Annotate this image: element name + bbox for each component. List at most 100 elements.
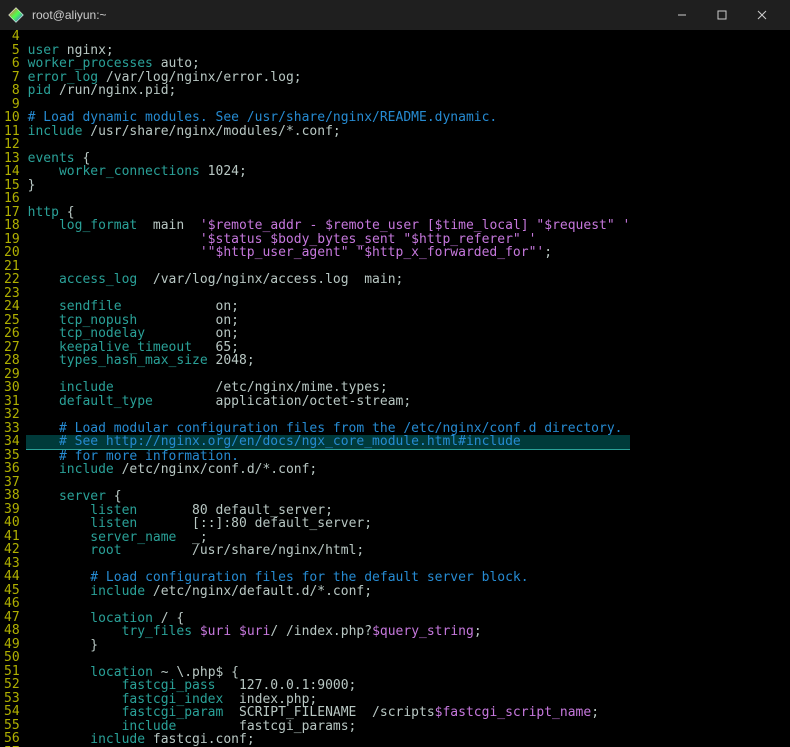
line-number: 41	[4, 530, 20, 544]
code-line[interactable]	[26, 652, 631, 666]
code-line[interactable]: access_log /var/log/nginx/access.log mai…	[26, 273, 631, 287]
line-number: 10	[4, 111, 20, 125]
line-number: 18	[4, 219, 20, 233]
line-number: 46	[4, 597, 20, 611]
line-number: 27	[4, 341, 20, 355]
code-line[interactable]: include /etc/nginx/mime.types;	[26, 381, 631, 395]
line-number: 9	[4, 98, 20, 112]
code-line[interactable]: fastcgi_pass 127.0.0.1:9000;	[26, 679, 631, 693]
close-button[interactable]	[742, 0, 782, 30]
line-number: 49	[4, 638, 20, 652]
line-number: 33	[4, 422, 20, 436]
code-line[interactable]: '"$http_user_agent" "$http_x_forwarded_f…	[26, 246, 631, 260]
line-number: 28	[4, 354, 20, 368]
code-line[interactable]: worker_connections 1024;	[26, 165, 631, 179]
code-line[interactable]: tcp_nodelay on;	[26, 327, 631, 341]
line-number: 26	[4, 327, 20, 341]
code-line[interactable]	[26, 260, 631, 274]
line-number: 8	[4, 84, 20, 98]
code-line[interactable]: }	[26, 639, 631, 653]
code-line[interactable]: # Load configuration files for the defau…	[26, 571, 631, 585]
line-number: 5	[4, 44, 20, 58]
code-line[interactable]: location / {	[26, 612, 631, 626]
code-line[interactable]	[26, 368, 631, 382]
code-line[interactable]: log_format main '$remote_addr - $remote_…	[26, 219, 631, 233]
line-number: 48	[4, 624, 20, 638]
code-line[interactable]: pid /run/nginx.pid;	[26, 84, 631, 98]
code-line[interactable]: http {	[26, 206, 631, 220]
code-line[interactable]: user nginx;	[26, 44, 631, 58]
code-line[interactable]: error_log /var/log/nginx/error.log;	[26, 71, 631, 85]
code-line[interactable]: listen 80 default_server;	[26, 504, 631, 518]
line-number: 17	[4, 206, 20, 220]
code-line[interactable]: worker_processes auto;	[26, 57, 631, 71]
code-line[interactable]: include fastcgi.conf;	[26, 733, 631, 747]
code-line[interactable]: server_name _;	[26, 531, 631, 545]
line-number: 19	[4, 233, 20, 247]
line-number: 43	[4, 557, 20, 571]
line-number: 21	[4, 260, 20, 274]
code-line[interactable]: sendfile on;	[26, 300, 631, 314]
line-number: 20	[4, 246, 20, 260]
line-number: 15	[4, 179, 20, 193]
code-line[interactable]: try_files $uri $uri/ /index.php?$query_s…	[26, 625, 631, 639]
code-line[interactable]: fastcgi_index index.php;	[26, 693, 631, 707]
code-line[interactable]: types_hash_max_size 2048;	[26, 354, 631, 368]
line-number: 44	[4, 570, 20, 584]
line-number: 32	[4, 408, 20, 422]
window-title: root@aliyun:~	[32, 8, 662, 22]
line-number: 24	[4, 300, 20, 314]
code-line[interactable]: }	[26, 179, 631, 193]
code-line[interactable]: # Load dynamic modules. See /usr/share/n…	[26, 111, 631, 125]
code-line[interactable]	[26, 287, 631, 301]
line-number: 6	[4, 57, 20, 71]
line-number: 16	[4, 192, 20, 206]
code-line[interactable]: fastcgi_param SCRIPT_FILENAME /scripts$f…	[26, 706, 631, 720]
code-line[interactable]: tcp_nopush on;	[26, 314, 631, 328]
code-line[interactable]: server {	[26, 490, 631, 504]
code-line[interactable]: events {	[26, 152, 631, 166]
code-line[interactable]	[26, 98, 631, 112]
line-number: 4	[4, 30, 20, 44]
code-line[interactable]: # Load modular configuration files from …	[26, 422, 631, 436]
line-number: 34	[4, 435, 20, 449]
code-line[interactable]: # See http://nginx.org/en/docs/ngx_core_…	[26, 435, 631, 450]
code-line[interactable]: keepalive_timeout 65;	[26, 341, 631, 355]
code-line[interactable]: location ~ \.php$ {	[26, 666, 631, 680]
code-line[interactable]	[26, 408, 631, 422]
line-number: 52	[4, 678, 20, 692]
code-line[interactable]: include /usr/share/nginx/modules/*.conf;	[26, 125, 631, 139]
editor-area[interactable]: 4 5 6 7 8 910111213141516171819202122232…	[0, 30, 790, 747]
code-line[interactable]	[26, 192, 631, 206]
line-number: 39	[4, 503, 20, 517]
code-line[interactable]	[26, 477, 631, 491]
line-number: 55	[4, 719, 20, 733]
code-line[interactable]: listen [::]:80 default_server;	[26, 517, 631, 531]
code-line[interactable]: include fastcgi_params;	[26, 720, 631, 734]
line-number: 30	[4, 381, 20, 395]
titlebar[interactable]: root@aliyun:~	[0, 0, 790, 30]
code-line[interactable]: root /usr/share/nginx/html;	[26, 544, 631, 558]
maximize-button[interactable]	[702, 0, 742, 30]
code-content[interactable]: user nginx;worker_processes auto;error_l…	[26, 30, 639, 747]
line-number: 31	[4, 395, 20, 409]
line-number: 36	[4, 462, 20, 476]
line-number: 22	[4, 273, 20, 287]
code-line[interactable]: '$status $body_bytes_sent "$http_referer…	[26, 233, 631, 247]
code-line[interactable]	[26, 558, 631, 572]
minimize-button[interactable]	[662, 0, 702, 30]
code-line[interactable]: include /etc/nginx/conf.d/*.conf;	[26, 463, 631, 477]
line-number: 37	[4, 476, 20, 490]
line-number: 54	[4, 705, 20, 719]
code-line[interactable]: include /etc/nginx/default.d/*.conf;	[26, 585, 631, 599]
code-line[interactable]	[26, 138, 631, 152]
line-number: 38	[4, 489, 20, 503]
code-line[interactable]: # for more information.	[26, 450, 631, 464]
code-line[interactable]	[26, 30, 631, 44]
line-number: 23	[4, 287, 20, 301]
line-number: 7	[4, 71, 20, 85]
line-number: 50	[4, 651, 20, 665]
line-number: 45	[4, 584, 20, 598]
code-line[interactable]: default_type application/octet-stream;	[26, 395, 631, 409]
code-line[interactable]	[26, 598, 631, 612]
